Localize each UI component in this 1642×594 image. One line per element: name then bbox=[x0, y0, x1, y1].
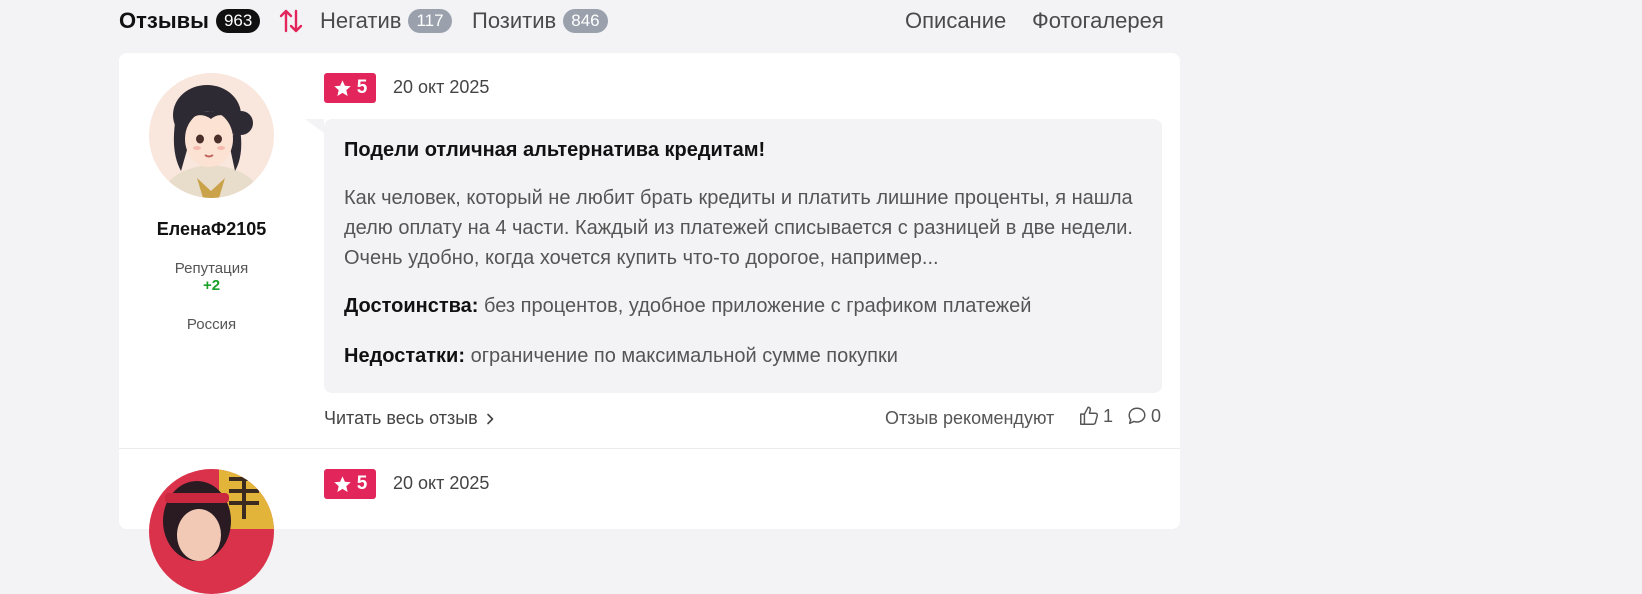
comments-button[interactable]: 0 bbox=[1126, 405, 1161, 427]
read-more-label: Читать весь отзыв bbox=[324, 408, 478, 428]
avatar[interactable] bbox=[149, 469, 274, 594]
like-button[interactable]: 1 bbox=[1078, 405, 1113, 427]
star-icon bbox=[333, 79, 351, 96]
reputation-label: Репутация bbox=[174, 260, 249, 277]
comment-icon bbox=[1128, 407, 1146, 425]
tab-reviews-count: 963 bbox=[215, 9, 261, 33]
review-pros: Достоинства: без процентов, удобное прил… bbox=[344, 295, 1031, 318]
tab-reviews-label: Отзывы bbox=[119, 8, 209, 33]
recommend-label: Отзыв рекомендуют bbox=[885, 408, 1055, 428]
star-icon bbox=[333, 475, 351, 492]
pros-text: без процентов, удобное приложение с граф… bbox=[484, 295, 1032, 317]
sort-icon bbox=[279, 9, 303, 33]
sort-button[interactable] bbox=[278, 6, 304, 36]
rating-value: 5 bbox=[356, 473, 368, 494]
bubble-tail bbox=[305, 119, 324, 133]
reviews-card: ЕленаФ2105 Репутация +2 Россия 5 20 окт … bbox=[119, 53, 1180, 594]
avatar-image bbox=[149, 73, 274, 198]
description-link[interactable]: Описание bbox=[905, 6, 1006, 36]
tab-negative-label: Негатив bbox=[320, 8, 402, 33]
avatar[interactable] bbox=[149, 73, 274, 198]
tab-negative-count: 117 bbox=[408, 9, 452, 33]
thumbs-up-icon bbox=[1080, 406, 1099, 425]
likes-count: 1 bbox=[1103, 405, 1114, 426]
reputation-value: +2 bbox=[202, 277, 221, 294]
photo-gallery-link[interactable]: Фотогалерея bbox=[1032, 6, 1164, 36]
pros-label: Достоинства: bbox=[344, 295, 479, 317]
read-more-link[interactable]: Читать весь отзыв bbox=[324, 408, 494, 429]
cons-label: Недостатки: bbox=[344, 345, 466, 367]
review-item: ЕленаФ2105 Репутация +2 Россия 5 20 окт … bbox=[119, 53, 1180, 448]
comments-count: 0 bbox=[1151, 405, 1162, 426]
avatar-image bbox=[149, 469, 274, 594]
review-navigation: Отзывы 963 Негатив 117 Позитив 846 Описа… bbox=[0, 0, 1642, 42]
review-title[interactable]: Подели отличная альтернатива кредитам! bbox=[344, 139, 765, 162]
chevron-right-icon bbox=[486, 413, 494, 424]
author-name[interactable]: ЕленаФ2105 bbox=[119, 219, 304, 240]
rating-badge: 5 bbox=[324, 469, 376, 499]
tab-positive-count: 846 bbox=[563, 9, 608, 33]
tab-reviews[interactable]: Отзывы 963 bbox=[119, 6, 261, 36]
review-cons: Недостатки: ограничение по максимальной … bbox=[344, 345, 898, 368]
rating-badge: 5 bbox=[324, 73, 376, 103]
review-date: 20 окт 2025 bbox=[393, 77, 490, 97]
review-item: 5 20 окт 2025 bbox=[119, 449, 1180, 594]
tab-positive[interactable]: Позитив 846 bbox=[472, 6, 608, 36]
tab-negative[interactable]: Негатив 117 bbox=[320, 6, 452, 36]
review-body: Подели отличная альтернатива кредитам! К… bbox=[305, 119, 1162, 393]
review-date: 20 окт 2025 bbox=[393, 473, 490, 493]
author-country: Россия bbox=[186, 316, 237, 333]
cons-text: ограничение по максимальной сумме покупк… bbox=[470, 345, 898, 367]
tab-positive-label: Позитив bbox=[472, 8, 557, 33]
review-text: Как человек, который не любит брать кред… bbox=[344, 187, 1133, 269]
rating-value: 5 bbox=[356, 77, 368, 98]
